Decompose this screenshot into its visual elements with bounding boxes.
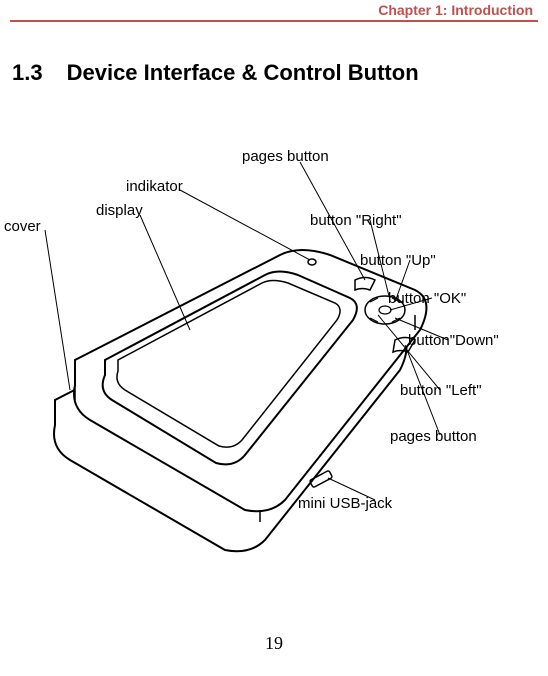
label-button-left: button "Left" [400,382,482,399]
label-button-right: button "Right" [310,212,402,229]
section-number: 1.3 [12,60,43,86]
label-indikator: indikator [126,178,183,195]
label-button-ok: button "OK" [388,290,466,307]
label-pages-button-bottom: pages button [390,428,477,445]
section-heading: 1.3 Device Interface & Control Button [12,60,419,86]
label-display: display [96,202,143,219]
header-divider [10,20,538,22]
page-number: 19 [265,633,283,654]
label-button-up: button "Up" [360,252,436,269]
label-cover: cover [4,218,41,235]
device-illustration [0,140,548,580]
chapter-header: Chapter 1: Introduction [378,2,533,18]
label-pages-button-top: pages button [242,148,329,165]
device-diagram: pages button indikator display cover but… [0,140,548,580]
section-title: Device Interface & Control Button [67,60,419,85]
label-mini-usb: mini USB-jack [298,495,392,512]
label-button-down: button"Down" [408,332,499,349]
